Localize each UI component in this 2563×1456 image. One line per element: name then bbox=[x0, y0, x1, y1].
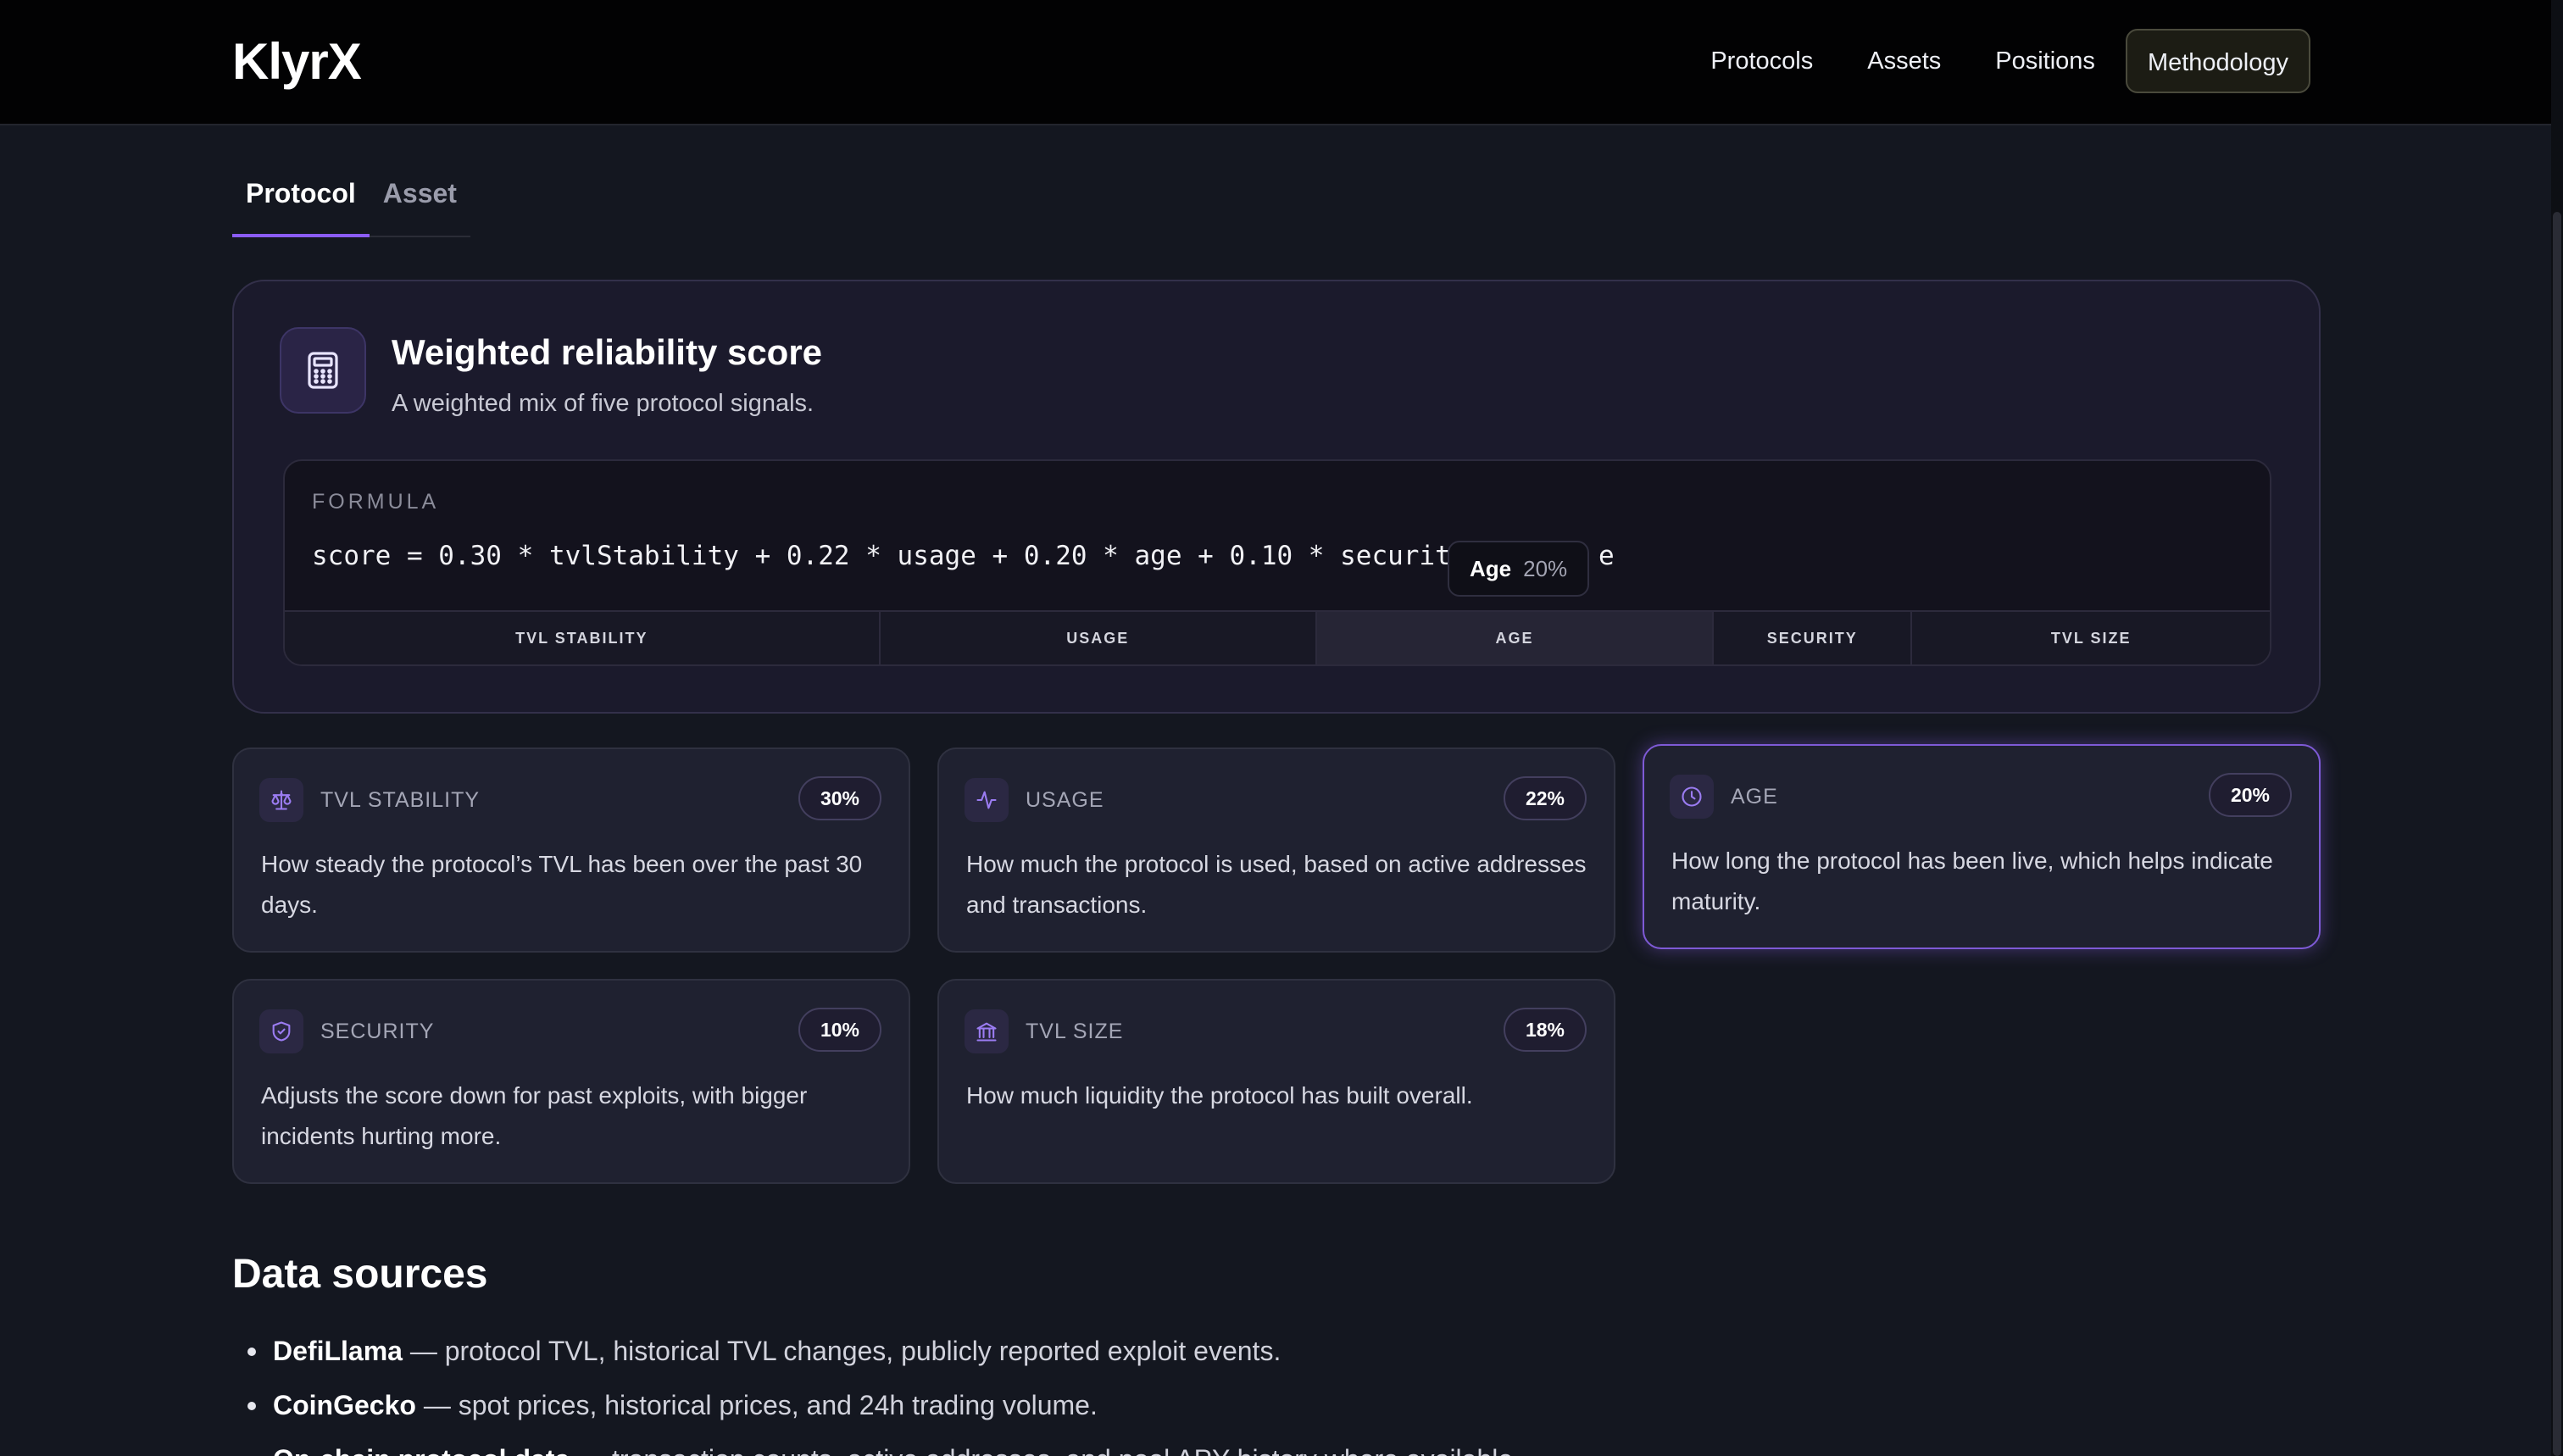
nav-methodology[interactable]: Methodology bbox=[2125, 29, 2310, 93]
page-scrollbar[interactable] bbox=[2551, 0, 2563, 1456]
score-card: Weighted reliability score A weighted mi… bbox=[232, 280, 2321, 714]
nav-protocols[interactable]: Protocols bbox=[1683, 29, 1840, 93]
factor-card-security[interactable]: SECURITY 10% Adjusts the score down for … bbox=[232, 979, 910, 1184]
factor-label: TVL SIZE bbox=[1026, 1020, 1124, 1043]
weight-badge: 20% bbox=[2208, 773, 2292, 817]
factor-label: TVL STABILITY bbox=[320, 788, 481, 812]
factor-card-usage[interactable]: USAGE 22% How much the protocol is used,… bbox=[937, 747, 1615, 953]
methodology-tabs: Protocol Asset bbox=[232, 166, 470, 237]
data-sources-list: DefiLlama — protocol TVL, historical TVL… bbox=[247, 1324, 1521, 1456]
weight-badge: 22% bbox=[1503, 776, 1587, 820]
factor-description: How long the protocol has been live, whi… bbox=[1671, 847, 2273, 914]
formula-box: FORMULA score = 0.30 * tvlStability + 0.… bbox=[283, 459, 2271, 666]
tab-asset[interactable]: Asset bbox=[370, 166, 470, 237]
source-name: CoinGecko bbox=[273, 1390, 416, 1420]
logo[interactable]: KlyrX bbox=[232, 32, 362, 91]
shield-icon bbox=[259, 1009, 303, 1053]
weight-badge: 18% bbox=[1503, 1008, 1587, 1052]
weight-segment-tvl-stability[interactable]: TVL STABILITY bbox=[285, 612, 881, 664]
weight-segment-usage[interactable]: USAGE bbox=[880, 612, 1317, 664]
tab-protocol[interactable]: Protocol bbox=[232, 166, 370, 237]
formula-text: score = 0.30 * tvlStability + 0.22 * usa… bbox=[312, 541, 1577, 571]
factor-label: AGE bbox=[1731, 785, 1778, 809]
scrollbar-thumb[interactable] bbox=[2553, 212, 2561, 1456]
scale-icon bbox=[259, 778, 303, 822]
clock-icon bbox=[1670, 775, 1714, 819]
factor-description: How steady the protocol’s TVL has been o… bbox=[261, 851, 863, 918]
formula-label: FORMULA bbox=[312, 490, 440, 514]
factor-card-tvl-size[interactable]: TVL SIZE 18% How much liquidity the prot… bbox=[937, 979, 1615, 1184]
main-nav: Protocols Assets Positions Methodology bbox=[1683, 29, 2310, 93]
score-title: Weighted reliability score bbox=[392, 332, 823, 372]
weight-bar: TVL STABILITY USAGE AGE SECURITY TVL SIZE bbox=[285, 610, 2270, 664]
factor-card-age[interactable]: AGE 20% How long the protocol has been l… bbox=[1643, 744, 2321, 949]
source-name: On-chain protocol data bbox=[273, 1444, 570, 1456]
nav-assets[interactable]: Assets bbox=[1840, 29, 1968, 93]
tooltip-name: Age bbox=[1470, 555, 1512, 581]
factor-description: How much the protocol is used, based on … bbox=[966, 851, 1587, 918]
bank-icon bbox=[965, 1009, 1009, 1053]
source-description: — transaction counts, active addresses, … bbox=[570, 1444, 1521, 1456]
nav-positions[interactable]: Positions bbox=[1968, 29, 2122, 93]
weight-tooltip: Age 20% bbox=[1448, 541, 1590, 597]
source-name: DefiLlama bbox=[273, 1336, 403, 1366]
weight-segment-security[interactable]: SECURITY bbox=[1714, 612, 1913, 664]
list-item: CoinGecko — spot prices, historical pric… bbox=[247, 1378, 1521, 1432]
tooltip-value: 20% bbox=[1523, 555, 1568, 581]
data-sources-title: Data sources bbox=[232, 1252, 488, 1297]
activity-icon bbox=[965, 778, 1009, 822]
source-description: — spot prices, historical prices, and 24… bbox=[415, 1390, 1098, 1420]
top-navbar: KlyrX Protocols Assets Positions Methodo… bbox=[0, 0, 2551, 125]
weight-segment-age[interactable]: AGE bbox=[1316, 612, 1715, 664]
weight-badge: 30% bbox=[798, 776, 881, 820]
score-subtitle: A weighted mix of five protocol signals. bbox=[392, 390, 814, 417]
weight-badge: 10% bbox=[798, 1008, 881, 1052]
factor-description: How much liquidity the protocol has buil… bbox=[966, 1082, 1473, 1109]
list-item: On-chain protocol data — transaction cou… bbox=[247, 1432, 1521, 1456]
formula-expression: score = 0.30 * tvlStability + 0.22 * usa… bbox=[312, 541, 1578, 571]
factor-label: USAGE bbox=[1026, 788, 1104, 812]
factor-description: Adjusts the score down for past exploits… bbox=[261, 1082, 808, 1149]
calculator-icon bbox=[280, 327, 366, 414]
factor-card-tvl-stability[interactable]: TVL STABILITY 30% How steady the protoco… bbox=[232, 747, 910, 953]
list-item: DefiLlama — protocol TVL, historical TVL… bbox=[247, 1324, 1521, 1378]
weight-segment-tvl-size[interactable]: TVL SIZE bbox=[1912, 612, 2270, 664]
formula-tail: e bbox=[1598, 541, 1615, 571]
factor-label: SECURITY bbox=[320, 1020, 435, 1043]
source-description: — protocol TVL, historical TVL changes, … bbox=[402, 1336, 1282, 1366]
